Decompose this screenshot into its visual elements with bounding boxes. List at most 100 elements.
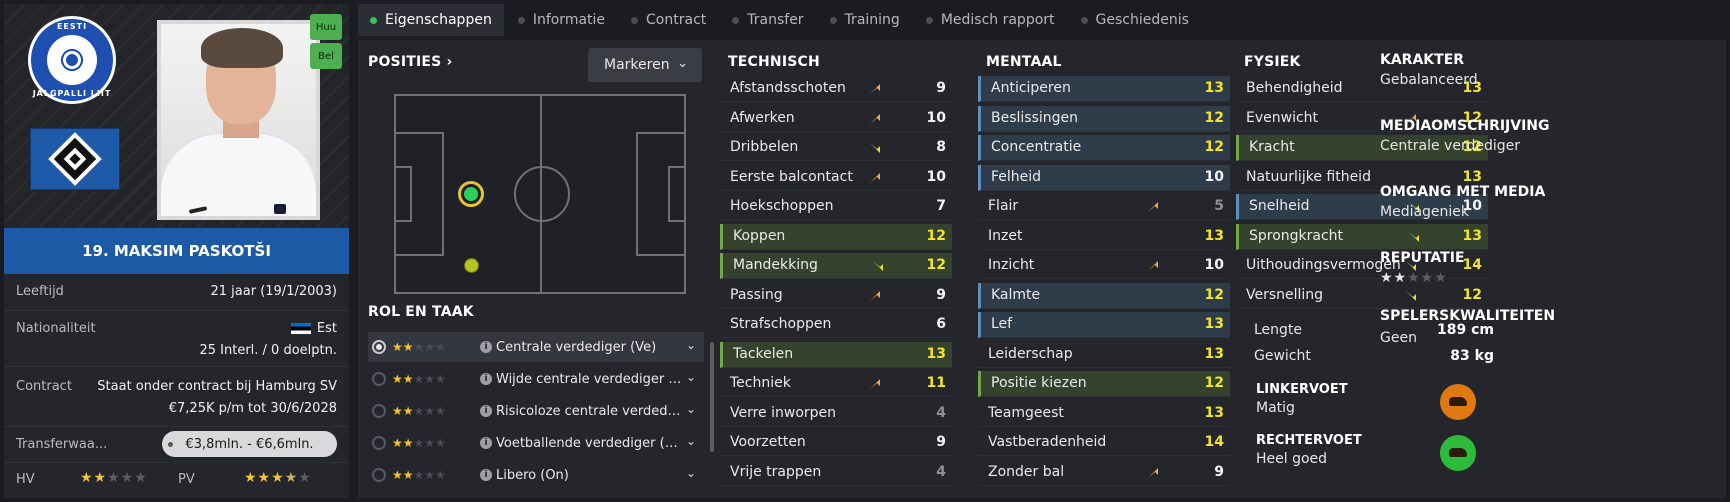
age-value: 21 jaar (19/1/2003) — [210, 284, 338, 299]
technical-attribute-row[interactable]: Techniek 11 — [720, 371, 952, 397]
mental-attribute-row[interactable]: Positie kiezen 12 — [978, 371, 1230, 397]
technical-attribute-row[interactable]: Afstandsschoten 9 — [720, 76, 952, 102]
technical-attribute-row[interactable]: Voorzetten 9 — [720, 430, 952, 456]
technical-attribute-row[interactable]: Afwerken 10 — [720, 106, 952, 132]
technical-attribute-row[interactable]: Vrije trappen 4 — [720, 460, 952, 486]
role-row[interactable]: ★★★★★ i Libero (On) ⌄ — [368, 460, 704, 490]
attribute-value: 7 — [936, 198, 946, 214]
technical-attribute-row[interactable]: Dribbelen 8 — [720, 135, 952, 161]
nationality-country[interactable]: Est — [290, 321, 337, 336]
mental-attribute-row[interactable]: Felheid 10 — [978, 164, 1230, 191]
tab-contract[interactable]: Contract — [619, 4, 718, 36]
left-foot-box: LINKERVOET Matig — [1250, 380, 1482, 430]
attribute-name: Strafschoppen — [730, 316, 832, 332]
role-row[interactable]: ★★★★★ i Wijde centrale verdediger (Ve) ⌄ — [368, 364, 704, 394]
hv-stars: ★★★★★ — [80, 470, 148, 486]
karakter-title: KARAKTER — [1380, 52, 1465, 68]
club-logo[interactable] — [30, 128, 120, 190]
role-row[interactable]: ★★★★★ i Centrale verdediger (Ve) ⌄ — [368, 332, 704, 362]
mental-attribute-row[interactable]: Zonder bal 9 — [978, 460, 1230, 486]
role-row[interactable]: ★★★★★ i Voetballende verdediger (Ve) ⌄ — [368, 428, 704, 458]
role-radio[interactable] — [372, 468, 386, 482]
role-radio[interactable] — [372, 436, 386, 450]
mental-attribute-row[interactable]: Teamgeest 13 — [978, 401, 1230, 427]
transfer-value-pill[interactable]: €3,8mln. - €6,6mln. — [162, 431, 337, 457]
info-icon[interactable]: i — [480, 405, 492, 417]
marker-dropdown[interactable]: Markeren ⌄ — [588, 48, 702, 82]
tab-medisch-rapport[interactable]: Medisch rapport — [914, 4, 1067, 36]
mental-attribute-row[interactable]: Lef 13 — [978, 312, 1230, 338]
technical-attribute-row[interactable]: Tackelen 13 — [720, 341, 952, 368]
role-radio[interactable] — [372, 404, 386, 418]
info-icon[interactable]: i — [480, 469, 492, 481]
attribute-value: 12 — [926, 257, 946, 273]
technical-attribute-row[interactable]: Verre inworpen 4 — [720, 401, 952, 427]
tab-bar: Eigenschappen Informatie Contract Transf… — [358, 4, 1726, 36]
attribute-name: Inzet — [988, 227, 1023, 244]
role-radio[interactable] — [372, 372, 386, 386]
tab-training[interactable]: Training — [818, 4, 912, 36]
technical-attribute-row[interactable]: Hoekschoppen 7 — [720, 194, 952, 220]
role-stars: ★★★★★ — [392, 404, 446, 418]
position-secondary[interactable] — [464, 258, 479, 273]
attribute-value: 12 — [1204, 286, 1224, 303]
attribute-name: Vastberadenheid — [988, 434, 1107, 450]
role-row[interactable]: ★★★★★ i Risicoloze centrale verdediger (… — [368, 396, 704, 426]
trend-up-icon — [868, 377, 882, 391]
right-goal-box — [668, 166, 686, 222]
attribute-value: 13 — [1204, 345, 1224, 362]
trend-down-icon — [868, 141, 882, 155]
attribute-value: 12 — [1204, 375, 1224, 391]
technical-attribute-row[interactable]: Strafschoppen 6 — [720, 312, 952, 338]
mental-attribute-row[interactable]: Inzet 13 — [978, 224, 1230, 250]
attribute-name: Mandekking — [733, 257, 818, 273]
technical-attribute-row[interactable]: Passing 9 — [720, 283, 952, 309]
transfer-value-label: Transferwaa... — [16, 437, 108, 452]
attribute-name: Tackelen — [733, 345, 794, 362]
chevron-down-icon[interactable]: ⌄ — [686, 338, 696, 352]
mental-attribute-row[interactable]: Vastberadenheid 14 — [978, 430, 1230, 456]
physical-attribute-row[interactable]: Versnelling 12 — [1236, 283, 1488, 309]
mental-attribute-row[interactable]: Inzicht 10 — [978, 253, 1230, 279]
mental-attribute-row[interactable]: Leiderschap 13 — [978, 342, 1230, 368]
technical-attribute-row[interactable]: Eerste balcontact 10 — [720, 165, 952, 191]
position-natural-dc[interactable] — [458, 181, 484, 207]
tag-huu[interactable]: Huu — [310, 14, 342, 40]
national-federation-crest[interactable]: EESTI JALGPALLI LIIT — [28, 16, 116, 104]
roles-scrollbar[interactable] — [710, 342, 714, 452]
trend-up-icon — [868, 82, 882, 96]
tab-status-dot — [925, 16, 933, 24]
technical-attribute-row[interactable]: Koppen 12 — [720, 223, 952, 250]
player-card-header: EESTI JALGPALLI LIIT Huu Bel — [4, 4, 349, 228]
info-icon[interactable]: i — [480, 437, 492, 449]
info-icon[interactable]: i — [480, 341, 492, 353]
tab-eigenschappen[interactable]: Eigenschappen — [358, 4, 504, 36]
attribute-name: Sprongkracht — [1249, 227, 1344, 244]
tab-geschiedenis[interactable]: Geschiedenis — [1069, 4, 1201, 36]
attribute-name: Natuurlijke fitheid — [1246, 168, 1371, 185]
mental-attribute-row[interactable]: Flair 5 — [978, 194, 1230, 220]
spelerskwaliteiten-title: SPELERSKWALITEITEN — [1380, 308, 1556, 324]
chevron-down-icon[interactable]: ⌄ — [686, 370, 696, 384]
tag-bel[interactable]: Bel — [310, 43, 342, 69]
mental-title: MENTAAL — [986, 54, 1062, 70]
mediaomschrijving-value: Centrale verdediger — [1380, 138, 1520, 154]
chevron-down-icon[interactable]: ⌄ — [686, 402, 696, 416]
reputatie-title: REPUTATIE — [1380, 250, 1465, 266]
positions-title[interactable]: POSITIES › — [368, 54, 453, 70]
physical-attribute-row[interactable]: Sprongkracht 13 — [1236, 223, 1488, 250]
tab-status-dot — [829, 16, 837, 24]
mental-attribute-row[interactable]: Beslissingen 12 — [978, 105, 1230, 132]
tab-transfer[interactable]: Transfer — [720, 4, 815, 36]
mental-attribute-row[interactable]: Kalmte 12 — [978, 282, 1230, 309]
mental-attribute-row[interactable]: Concentratie 12 — [978, 135, 1230, 161]
mental-attribute-row[interactable]: Anticiperen 13 — [978, 76, 1230, 102]
info-icon[interactable]: i — [480, 373, 492, 385]
chevron-down-icon[interactable]: ⌄ — [686, 434, 696, 448]
role-radio[interactable] — [372, 340, 386, 354]
chevron-down-icon[interactable]: ⌄ — [686, 466, 696, 480]
attribute-value: 13 — [1204, 80, 1224, 96]
tab-status-dot — [1080, 16, 1088, 24]
technical-attribute-row[interactable]: Mandekking 12 — [720, 253, 952, 279]
tab-informatie[interactable]: Informatie — [506, 4, 617, 36]
